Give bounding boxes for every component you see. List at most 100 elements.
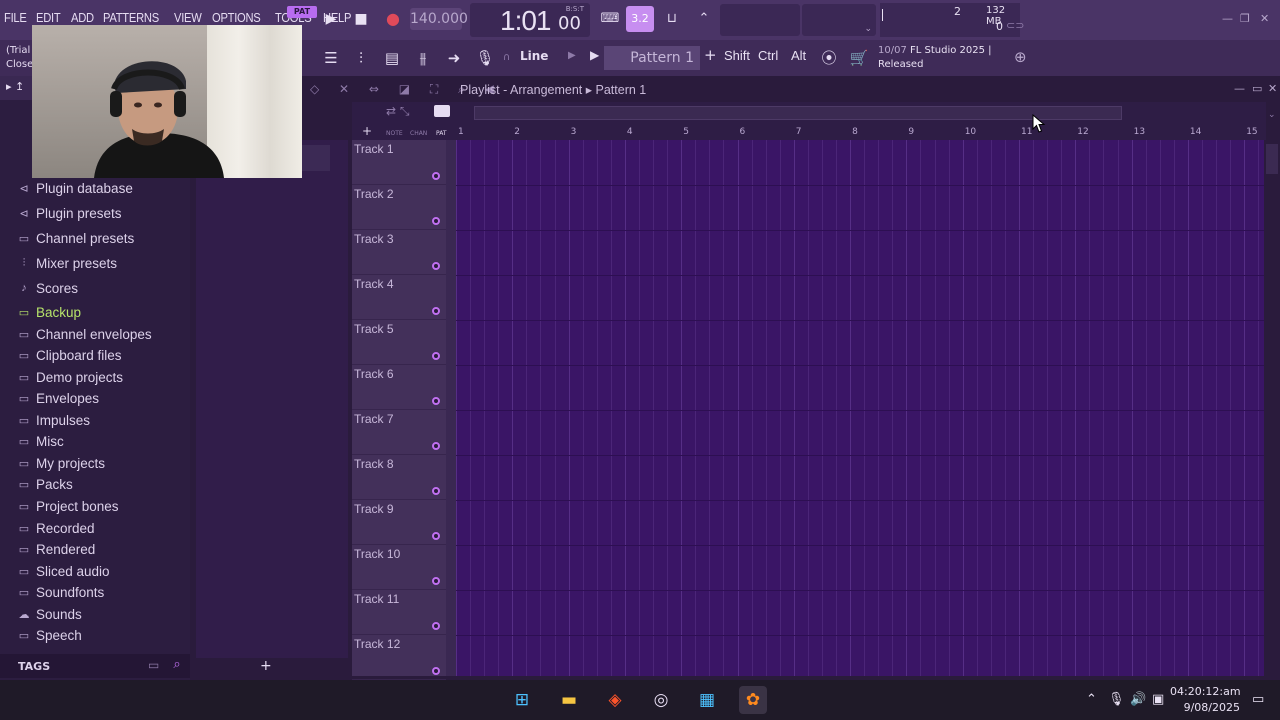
track-header[interactable]: Track 7 [352, 410, 446, 455]
tool-note[interactable]: NOTE [386, 130, 403, 137]
track-mute-dot-icon[interactable] [432, 667, 440, 675]
browser-item-channel-presets[interactable]: ▭ Channel presets [18, 228, 135, 248]
channel-rack-button[interactable]: ⫶ [348, 46, 374, 70]
help-button[interactable]: ⦿ [816, 46, 842, 70]
globe-icon[interactable]: ⊕ [1014, 48, 1027, 66]
browser-arrow-icon[interactable]: ▸ ↥ [6, 80, 24, 93]
track-header[interactable]: Track 11 [352, 590, 446, 635]
tray-chevron-icon[interactable]: ⌃ [1086, 692, 1097, 707]
shop-button[interactable]: 🛒 [846, 46, 872, 70]
file-explorer-icon[interactable]: ▬ [555, 686, 583, 714]
maximize-icon[interactable]: ▭ [1252, 82, 1262, 95]
playlist-button[interactable]: ☰ [318, 46, 344, 70]
vertical-scrollbar[interactable]: ⌄ [1264, 110, 1280, 676]
rate-button[interactable]: 3.2 [626, 6, 654, 32]
volume-icon[interactable]: 🔊 [1130, 692, 1146, 707]
chevron-down-icon[interactable]: ⌄ [864, 24, 872, 34]
browser-item-sliced-audio[interactable]: ▭ Sliced audio [18, 561, 110, 581]
shift-key-button[interactable]: Shift [724, 48, 750, 63]
track-header[interactable]: Track 4 [352, 275, 446, 320]
add-track-icon[interactable]: + [362, 124, 372, 138]
arrangement-grid[interactable] [456, 140, 1264, 676]
record-button[interactable]: ● [382, 8, 404, 30]
minimize-icon[interactable]: — [1222, 12, 1233, 25]
browser-item-clipboard-files[interactable]: ▭ Clipboard files [18, 345, 122, 365]
fl-studio-icon[interactable]: ✿ [739, 686, 767, 714]
track-mute-dot-icon[interactable] [432, 352, 440, 360]
browser-button[interactable]: ➜ [441, 46, 467, 70]
timeline-ruler[interactable]: 1 2 3 4 5 6 7 8 9 10 11 12 13 14 15 [456, 124, 1266, 140]
song-position-display[interactable]: 1:01 00 B:S:T [470, 3, 590, 37]
browser-item-rendered[interactable]: ▭ Rendered [18, 539, 96, 559]
track-mute-dot-icon[interactable] [432, 487, 440, 495]
minimize-icon[interactable]: — [1234, 82, 1245, 95]
wait-for-input-button[interactable]: ⊔ [658, 6, 686, 32]
brave-browser-icon[interactable]: ◈ [601, 686, 629, 714]
typing-keyboard-button[interactable]: ⌨ [596, 6, 624, 32]
track-header[interactable]: Track 6 [352, 365, 446, 410]
track-mute-dot-icon[interactable] [432, 442, 440, 450]
horizontal-scrollbar[interactable] [474, 106, 1122, 120]
menu-patterns[interactable]: PATTERNS [103, 10, 159, 25]
snap-selector[interactable]: Line [520, 49, 548, 63]
pat-song-toggle[interactable]: PAT [287, 6, 317, 18]
microphone-icon[interactable]: 🎙 [1108, 692, 1125, 707]
menu-add[interactable]: ADD [71, 10, 94, 25]
chevron-down-icon[interactable]: ⌄ [1268, 110, 1276, 120]
play-button[interactable]: ▶ [320, 8, 342, 30]
tempo-display[interactable]: 140.000 [410, 8, 468, 30]
menu-options[interactable]: OPTIONS [212, 10, 261, 25]
tool-pat[interactable]: PAT [436, 130, 447, 137]
windows-start-icon[interactable]: ⊞ [508, 686, 536, 714]
browser-item-envelopes[interactable]: ▭ Envelopes [18, 388, 99, 408]
scroll-thumb[interactable] [1266, 144, 1278, 174]
recording-button[interactable]: 🎙 [472, 46, 498, 70]
stop-button[interactable]: ■ [350, 8, 372, 30]
track-header[interactable]: Track 9 [352, 500, 446, 545]
track-mute-dot-icon[interactable] [432, 172, 440, 180]
search-icon[interactable]: ⌕ [168, 657, 186, 675]
browser-item-channel-envelopes[interactable]: ▭ Channel envelopes [18, 324, 152, 344]
menu-file[interactable]: FILE [4, 10, 27, 25]
piano-roll-button[interactable]: ▤ [379, 46, 405, 70]
browser-item-speech[interactable]: ▭ Speech [18, 625, 82, 645]
browser-item-packs[interactable]: ▭ Packs [18, 474, 73, 494]
alt-key-button[interactable]: Alt [791, 48, 806, 63]
track-mute-dot-icon[interactable] [432, 262, 440, 270]
add-pattern-icon[interactable]: + [704, 46, 717, 64]
browser-item-soundfonts[interactable]: ▭ Soundfonts [18, 582, 105, 602]
obs-icon[interactable]: ◎ [647, 686, 675, 714]
network-icon[interactable]: ▣ [1152, 692, 1164, 707]
browser-item-impulses[interactable]: ▭ Impulses [18, 410, 90, 430]
close-icon[interactable]: ✕ [1268, 82, 1277, 95]
track-mute-dot-icon[interactable] [432, 307, 440, 315]
track-header[interactable]: Track 10 [352, 545, 446, 590]
metronome-button[interactable]: ⌃ [690, 6, 718, 32]
track-mute-dot-icon[interactable] [432, 217, 440, 225]
piano-icon[interactable] [434, 105, 450, 117]
restore-icon[interactable]: ❐ [1240, 12, 1250, 25]
notification-icon[interactable]: ▭ [1252, 692, 1264, 707]
arrows-icon[interactable]: ⇄ ⤡ [386, 104, 409, 119]
system-clock[interactable]: 04:20:12:am 9/08/2025 [1170, 684, 1241, 716]
browser-item-sounds[interactable]: ☁ Sounds [18, 604, 82, 624]
browser-item-my-projects[interactable]: ▭ My projects [18, 453, 105, 473]
snap-next-icon[interactable]: ▶ [568, 50, 576, 61]
track-header[interactable]: Track 2 [352, 185, 446, 230]
folder-icon[interactable]: ▭ [148, 658, 159, 672]
browser-item-plugin-presets[interactable]: ⊲ Plugin presets [18, 203, 121, 223]
menu-view[interactable]: VIEW [174, 10, 202, 25]
browser-item-recorded[interactable]: ▭ Recorded [18, 518, 95, 538]
track-header[interactable]: Track 12 [352, 635, 446, 680]
track-mute-dot-icon[interactable] [432, 622, 440, 630]
store-icon[interactable]: ▦ [693, 686, 721, 714]
add-icon[interactable]: + [260, 658, 272, 674]
browser-item-backup[interactable]: ▭ Backup [18, 302, 81, 322]
ctrl-key-button[interactable]: Ctrl [758, 48, 778, 63]
track-header[interactable]: Track 1 [352, 140, 446, 185]
track-header[interactable]: Track 8 [352, 455, 446, 500]
track-header[interactable]: Track 5 [352, 320, 446, 365]
pattern-prev-icon[interactable]: ▶ [590, 48, 599, 62]
browser-item-demo-projects[interactable]: ▭ Demo projects [18, 367, 123, 387]
close-icon[interactable]: ✕ [1260, 12, 1269, 25]
